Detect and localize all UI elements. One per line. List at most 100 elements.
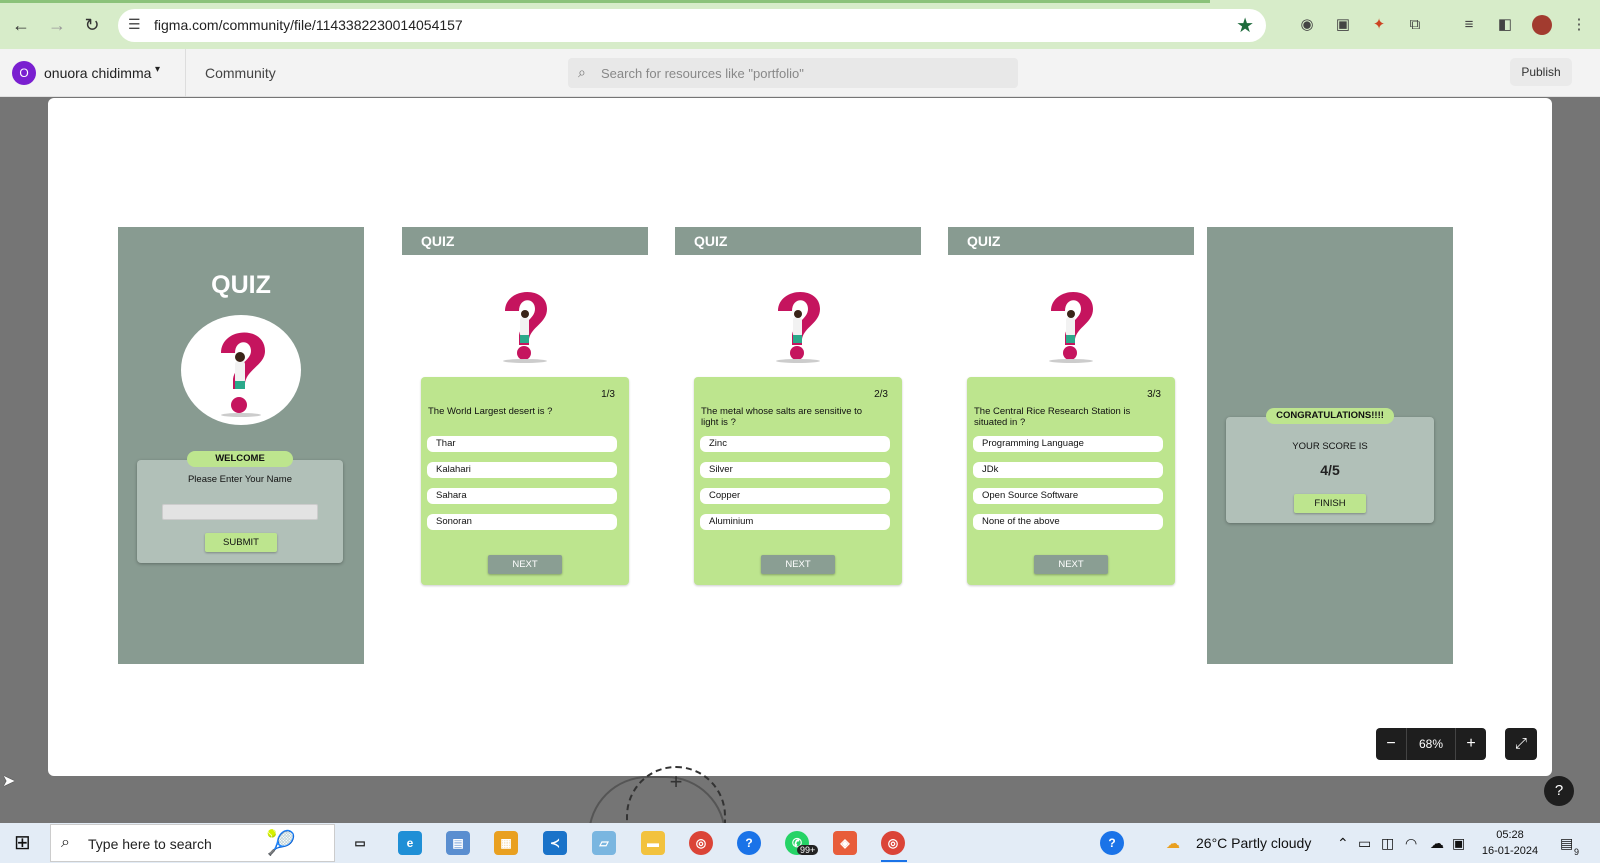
congrats-badge: CONGRATULATIONS!!!!	[1266, 408, 1394, 424]
active-indicator	[881, 860, 907, 862]
screenshot-icon[interactable]: ◉	[1296, 14, 1318, 36]
store-icon[interactable]: ▦	[494, 831, 518, 855]
name-prompt: Please Enter Your Name	[187, 474, 293, 485]
next-button[interactable]: NEXT	[1034, 555, 1108, 574]
weather-icon[interactable]: ☁	[1166, 835, 1180, 852]
address-bar[interactable]: ☰ figma.com/community/file/1143382230014…	[118, 9, 1266, 42]
date: 16-01-2024	[1481, 845, 1539, 857]
answer-option[interactable]: Kalahari	[427, 462, 617, 478]
score-value: 4/5	[1320, 462, 1340, 478]
answer-option[interactable]: Aluminium	[700, 514, 890, 530]
name-input[interactable]	[162, 504, 318, 520]
notification-icon[interactable]: ▤	[1560, 835, 1573, 852]
answer-option[interactable]: Silver	[700, 462, 890, 478]
question-screen-1: QUIZ 1/3 The World Largest desert is ? T…	[402, 227, 648, 664]
chevron-down-icon[interactable]: ▾	[155, 64, 160, 75]
answer-option[interactable]: Sonoran	[427, 514, 617, 530]
notepad-icon[interactable]: ▱	[592, 831, 616, 855]
vscode-icon[interactable]: ≺	[543, 831, 567, 855]
forward-icon[interactable]: →	[45, 13, 69, 37]
url-text: figma.com/community/file/114338223001405…	[154, 17, 463, 33]
whatsapp-badge: 99+	[797, 845, 819, 855]
app-icon[interactable]: ◈	[833, 831, 857, 855]
help-button[interactable]: ?	[1544, 776, 1574, 806]
browser-toolbar: ← → ↻ ☰ figma.com/community/file/1143382…	[0, 0, 1600, 49]
question-mark-icon	[485, 285, 565, 365]
welcome-title: QUIZ	[211, 271, 271, 299]
weather-text[interactable]: 26°C Partly cloudy	[1196, 835, 1311, 851]
answer-option[interactable]: Sahara	[427, 488, 617, 504]
submit-button[interactable]: SUBMIT	[205, 533, 277, 552]
tennis-racket-icon: 🎾	[266, 830, 296, 857]
publish-button[interactable]: Publish	[1510, 58, 1572, 86]
battery-icon[interactable]: ▭	[1358, 835, 1371, 852]
windows-start-icon[interactable]: ⊞	[14, 833, 34, 853]
screencast-icon[interactable]: ▣	[1332, 14, 1354, 36]
question-counter: 2/3	[874, 389, 888, 400]
help-tray-icon[interactable]: ?	[1100, 831, 1124, 855]
next-button[interactable]: NEXT	[488, 555, 562, 574]
chevron-up-icon[interactable]: ⌃	[1337, 835, 1349, 852]
answer-option[interactable]: Thar	[427, 436, 617, 452]
onedrive-icon[interactable]: ☁	[1430, 835, 1444, 852]
taskbar-search-input[interactable]: ⌕ Type here to search 🎾	[50, 824, 335, 862]
search-placeholder: Search for resources like "portfolio"	[601, 66, 804, 81]
fullscreen-icon[interactable]: ⤢	[1505, 728, 1537, 760]
extension-icon[interactable]: ✦	[1368, 14, 1390, 36]
question-mark-icon	[181, 315, 301, 425]
answer-option[interactable]: JDk	[973, 462, 1163, 478]
welcome-screen: QUIZ WELCOME Please Enter Your Name SUBM…	[118, 227, 364, 664]
question-card: 1/3 The World Largest desert is ? Thar K…	[421, 377, 629, 585]
reload-icon[interactable]: ↻	[80, 13, 104, 37]
bookmark-star-icon[interactable]: ★	[1236, 13, 1254, 38]
answer-option[interactable]: Programming Language	[973, 436, 1163, 452]
question-screen-3: QUIZ 3/3 The Central Rice Research Stati…	[948, 227, 1194, 664]
task-view-icon[interactable]: ▭	[348, 831, 372, 855]
question-text: The Central Rice Research Station is sit…	[974, 406, 1131, 428]
question-mark-icon	[758, 285, 838, 365]
extensions-puzzle-icon[interactable]: ⧉	[1404, 14, 1426, 36]
meet-icon[interactable]: ◫	[1381, 835, 1394, 852]
answer-option[interactable]: None of the above	[973, 514, 1163, 530]
divider	[185, 49, 186, 97]
wifi-icon[interactable]: ◠	[1405, 835, 1417, 852]
search-icon: ⌕	[61, 834, 70, 851]
next-button[interactable]: NEXT	[761, 555, 835, 574]
search-icon: ⌕	[578, 64, 586, 80]
back-icon[interactable]: ←	[9, 13, 33, 37]
profile-avatar[interactable]	[1532, 15, 1552, 35]
edge-icon[interactable]: e	[398, 831, 422, 855]
answer-option[interactable]: Zinc	[700, 436, 890, 452]
site-info-icon[interactable]: ☰	[128, 16, 141, 33]
clock[interactable]: 05:28 16-01-2024	[1480, 827, 1540, 859]
chrome-icon[interactable]: ◎	[689, 831, 713, 855]
time: 05:28	[1496, 829, 1524, 841]
windows-taskbar: ⊞ ⌕ Type here to search 🎾 ▭ e ▤ ▦ ≺ ▱ ▬ …	[0, 823, 1600, 863]
name-card: WELCOME Please Enter Your Name SUBMIT	[137, 451, 343, 563]
finish-button[interactable]: FINISH	[1294, 494, 1366, 513]
zoom-out-button[interactable]: −	[1376, 728, 1406, 760]
welcome-badge: WELCOME	[187, 451, 293, 467]
answer-option[interactable]: Copper	[700, 488, 890, 504]
answer-option[interactable]: Open Source Software	[973, 488, 1163, 504]
avatar[interactable]: O	[12, 61, 36, 85]
question-counter: 1/3	[601, 389, 615, 400]
chrome-profile-icon[interactable]: ◎	[881, 831, 905, 855]
question-text: The metal whose salts are sensitive to l…	[701, 406, 863, 428]
result-screen: CONGRATULATIONS!!!! YOUR SCORE IS 4/5 FI…	[1207, 227, 1453, 664]
side-panel-icon[interactable]: ◧	[1494, 14, 1516, 36]
quiz-header: QUIZ	[675, 227, 921, 255]
resource-search-input[interactable]: ⌕ Search for resources like "portfolio"	[568, 58, 1018, 88]
file-explorer-icon[interactable]: ▬	[641, 831, 665, 855]
question-card: 3/3 The Central Rice Research Station is…	[967, 377, 1175, 585]
menu-dots-icon[interactable]: ⋮	[1568, 14, 1590, 36]
quiz-header: QUIZ	[402, 227, 648, 255]
help-app-icon[interactable]: ?	[737, 831, 761, 855]
app-icon[interactable]: ▤	[446, 831, 470, 855]
zoom-in-button[interactable]: +	[1456, 728, 1486, 760]
user-name[interactable]: onuora chidimma	[44, 65, 151, 81]
community-link[interactable]: Community	[205, 65, 276, 81]
app-tray-icon[interactable]: ▣	[1452, 835, 1465, 852]
media-control-icon[interactable]: ≡	[1458, 14, 1480, 36]
notification-count: 9	[1574, 847, 1580, 857]
